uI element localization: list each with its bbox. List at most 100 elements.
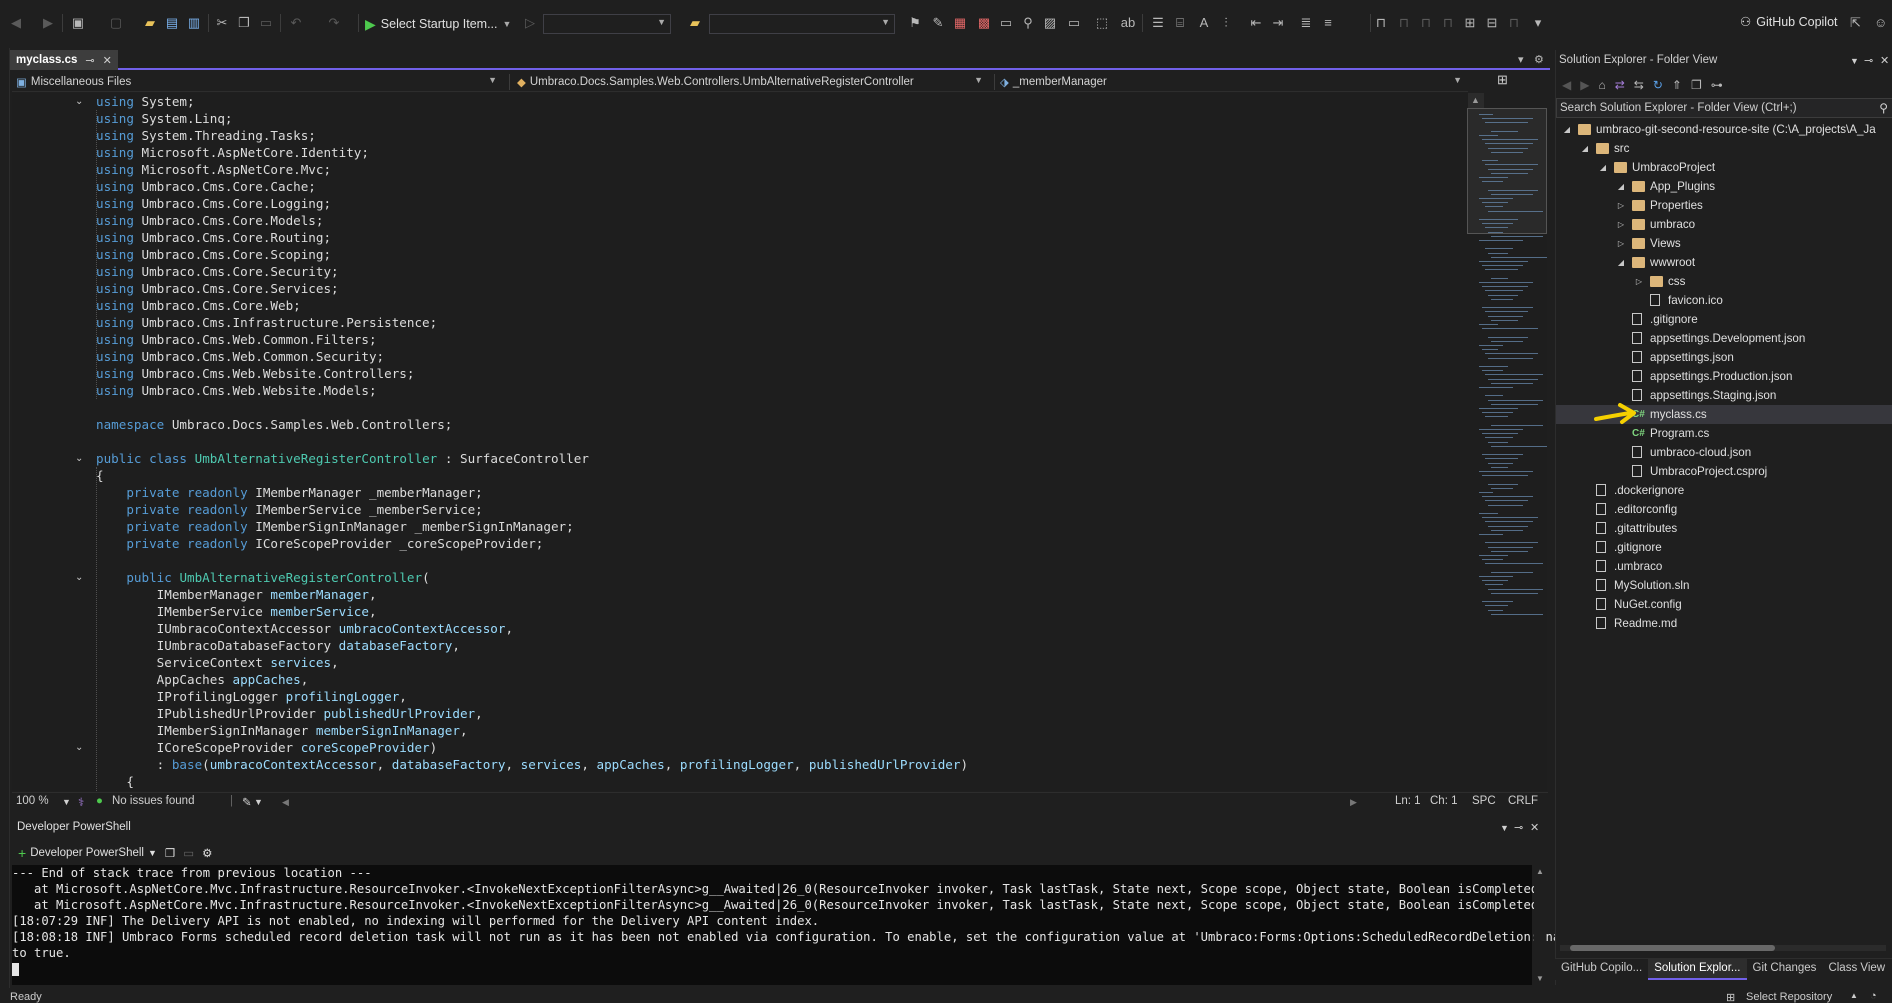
minimap-viewport[interactable] (1467, 108, 1547, 234)
bookmark-list-icon[interactable]: ⊟ (1484, 15, 1500, 31)
properties-icon[interactable]: ⊶ (1711, 78, 1723, 92)
expand-icon[interactable]: ▷ (1616, 234, 1626, 253)
tree-item[interactable]: appsettings.Production.json (1556, 367, 1892, 386)
tree-item[interactable]: ▷ Views (1556, 234, 1892, 253)
close-icon[interactable]: ✕ (103, 54, 112, 67)
chevron-up-icon[interactable]: ▲ (1850, 991, 1858, 1000)
format-icon[interactable]: ⬚ (1094, 15, 1110, 31)
copy-icon[interactable]: ❐ (165, 846, 175, 860)
code-line[interactable]: : base(umbracoContextAccessor, databaseF… (96, 756, 1468, 773)
tree-item[interactable]: NuGet.config (1556, 595, 1892, 614)
document-tab[interactable]: myclass.cs ⊸ ✕ (10, 50, 118, 70)
paste-icon[interactable]: ▭ (258, 15, 274, 31)
feedback-icon[interactable]: ☺ (1874, 15, 1887, 30)
code-line[interactable]: using Umbraco.Cms.Web.Common.Filters; (96, 331, 1468, 348)
expanded-icon[interactable]: ◢ (1598, 158, 1608, 177)
tree-item[interactable]: appsettings.json (1556, 348, 1892, 367)
code-line[interactable]: using Umbraco.Cms.Web.Common.Security; (96, 348, 1468, 365)
brush-icon[interactable]: ✎ (242, 795, 252, 809)
code-line[interactable]: private readonly IMemberManager _memberM… (96, 484, 1468, 501)
undo-icon[interactable]: ↶ (288, 15, 304, 31)
tree-item[interactable]: Readme.md (1556, 614, 1892, 633)
chevron-down-icon[interactable]: ▼ (254, 797, 263, 807)
switch-views-icon[interactable]: ⇄ (1615, 78, 1625, 92)
tree-item[interactable]: .gitattributes (1556, 519, 1892, 538)
code-line[interactable]: using Umbraco.Cms.Core.Cache; (96, 178, 1468, 195)
terminal-scrollbar[interactable]: ▲ ▼ (1534, 865, 1546, 985)
project-dropdown[interactable]: ▣ Miscellaneous Files ▼ (16, 73, 501, 91)
scrollbar-thumb[interactable] (1570, 945, 1775, 951)
comment-icon[interactable]: ▭ (1066, 15, 1082, 31)
expand-icon[interactable]: ▷ (1616, 196, 1626, 215)
code-line[interactable]: IUmbracoDatabaseFactory databaseFactory, (96, 637, 1468, 654)
collapse-icon[interactable]: ⌄ (75, 569, 87, 586)
save-icon[interactable]: ▤ (164, 15, 180, 31)
code-text[interactable]: using System; using System.Linq; using Sys… (96, 93, 1468, 790)
notifications-icon[interactable]: ◔ (1870, 990, 1877, 1002)
tree-item[interactable]: appsettings.Development.json (1556, 329, 1892, 348)
indent-icon[interactable]: ⇥ (1270, 15, 1286, 31)
code-line[interactable]: using Umbraco.Cms.Core.Routing; (96, 229, 1468, 246)
code-line[interactable]: using Umbraco.Cms.Infrastructure.Persist… (96, 314, 1468, 331)
code-line[interactable]: namespace Umbraco.Docs.Samples.Web.Contr… (96, 416, 1468, 433)
split-editor-icon[interactable]: ⊞ (1497, 72, 1508, 88)
code-line[interactable]: ServiceContext services, (96, 654, 1468, 671)
select-repository-button[interactable]: Select Repository (1746, 991, 1832, 1003)
chevron-down-icon[interactable]: ▼ (1500, 823, 1509, 833)
tree-item[interactable]: UmbracoProject.csproj (1556, 462, 1892, 481)
settings-icon[interactable]: ⚙ (1534, 53, 1544, 66)
code-line[interactable]: using Umbraco.Cms.Core.Scoping; (96, 246, 1468, 263)
code-editor[interactable]: ⌄ ⌄ ⌄ ⌄ using System; using System.Linq; u… (12, 93, 1468, 791)
sort-icon[interactable]: A (1196, 15, 1212, 31)
collapse-icon[interactable]: ⌄ (75, 739, 87, 756)
search-icon[interactable]: ⚲ (1879, 101, 1888, 115)
comment-lines-icon[interactable]: ≣ (1298, 15, 1314, 31)
close-icon[interactable]: ✕ (1880, 54, 1889, 67)
code-line[interactable]: using Umbraco.Cms.Core.Models; (96, 212, 1468, 229)
code-line[interactable]: using Umbraco.Cms.Core.Services; (96, 280, 1468, 297)
code-line[interactable]: using Umbraco.Cms.Core.Logging; (96, 195, 1468, 212)
indent-guide-icon[interactable]: ⫶ (1218, 15, 1234, 31)
startup-item-button[interactable]: ▶ Select Startup Item... ▼ (365, 14, 511, 34)
code-line[interactable] (96, 399, 1468, 416)
zoom-level[interactable]: 100 % (16, 795, 49, 807)
bookmark-doc-icon[interactable]: ⊞ (1462, 15, 1478, 31)
code-line[interactable]: using Umbraco.Cms.Web.Website.Controller… (96, 365, 1468, 382)
tree-item[interactable]: ◢ wwwroot (1556, 253, 1892, 272)
tree-item[interactable]: .umbraco (1556, 557, 1892, 576)
tree-item[interactable]: ◢ src (1556, 139, 1892, 158)
save-all-icon[interactable]: ▥ (186, 15, 202, 31)
refresh-icon[interactable]: ↻ (1653, 78, 1663, 92)
diagnostics-icon[interactable]: ▦ (952, 15, 968, 31)
code-minimap[interactable] (1467, 108, 1547, 791)
new-project-icon[interactable]: ▣ (70, 15, 86, 31)
code-line[interactable]: IPublishedUrlProvider publishedUrlProvid… (96, 705, 1468, 722)
bookmark-prev-icon[interactable]: ⊓ (1396, 15, 1412, 31)
code-line[interactable]: IUmbracoContextAccessor umbracoContextAc… (96, 620, 1468, 637)
bookmark-next-icon[interactable]: ⊓ (1418, 15, 1434, 31)
type-dropdown[interactable]: ◆ Umbraco.Docs.Samples.Web.Controllers.U… (517, 73, 987, 91)
tree-item[interactable]: umbraco-cloud.json (1556, 443, 1892, 462)
code-line[interactable]: public UmbAlternativeRegisterController( (96, 569, 1468, 586)
collapse-icon[interactable]: ⌄ (75, 93, 87, 110)
code-line[interactable]: IMemberService memberService, (96, 603, 1468, 620)
stop-icon[interactable]: ▩ (976, 15, 992, 31)
code-line[interactable]: IProfilingLogger profilingLogger, (96, 688, 1468, 705)
expanded-icon[interactable]: ◢ (1562, 120, 1572, 139)
health-icon[interactable]: ⚕ (78, 795, 84, 809)
code-line[interactable]: using Microsoft.AspNetCore.Identity; (96, 144, 1468, 161)
tool-window-tab[interactable]: Git Changes (1747, 959, 1823, 980)
tab-list-icon[interactable]: ▾ (1518, 53, 1524, 66)
tree-item[interactable]: .gitignore (1556, 310, 1892, 329)
code-line[interactable]: IMemberSignInManager memberSignInManager… (96, 722, 1468, 739)
code-line[interactable] (96, 433, 1468, 450)
solution-icon[interactable]: ▰ (687, 15, 703, 31)
sync-icon[interactable]: ⇆ (1634, 78, 1644, 92)
back-icon[interactable]: ◀ (8, 15, 24, 31)
chevron-down-icon[interactable]: ▼ (1850, 56, 1859, 66)
code-line[interactable]: using Umbraco.Cms.Core.Security; (96, 263, 1468, 280)
code-line[interactable]: using System.Threading.Tasks; (96, 127, 1468, 144)
code-line[interactable]: using System.Linq; (96, 110, 1468, 127)
tree-item[interactable]: MySolution.sln (1556, 576, 1892, 595)
start-without-debugging-icon[interactable]: ▷ (522, 15, 538, 31)
